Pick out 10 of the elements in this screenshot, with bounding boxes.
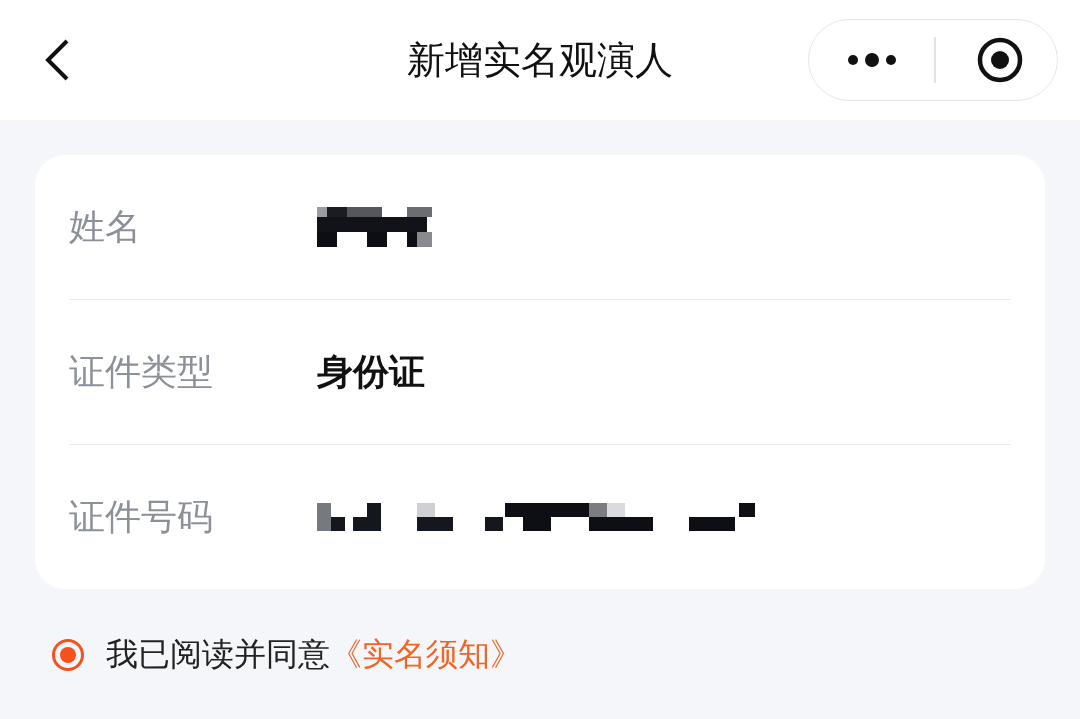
field-value[interactable]: 身份证 (317, 347, 425, 397)
close-target-icon[interactable] (975, 36, 1024, 84)
back-icon[interactable] (44, 38, 70, 82)
page-title: 新增实名观演人 (407, 36, 673, 84)
more-icon[interactable] (846, 53, 898, 67)
field-label: 证件类型 (69, 349, 214, 394)
agree-radio[interactable] (52, 639, 84, 671)
field-label: 姓名 (69, 204, 142, 249)
field-label: 证件号码 (69, 494, 214, 539)
agreement-text: 我已阅读并同意 (106, 634, 330, 675)
